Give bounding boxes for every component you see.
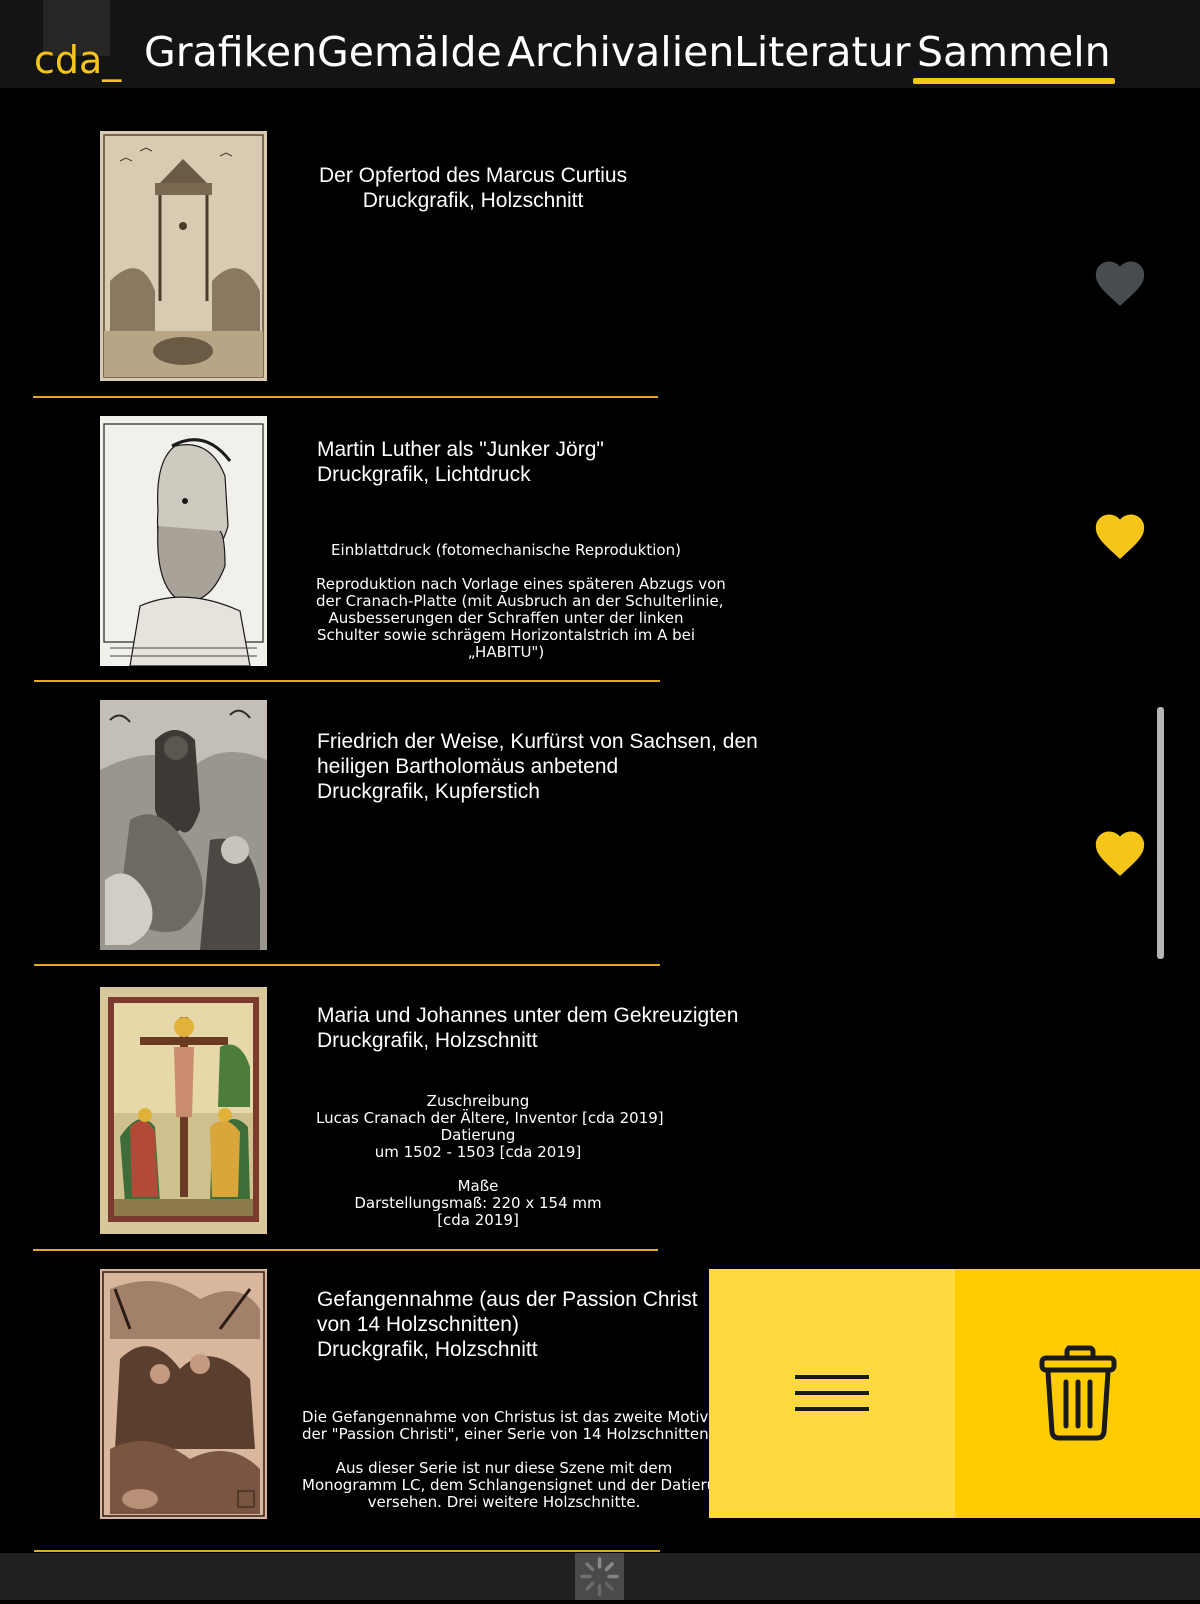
- nav-tab-sammeln[interactable]: Sammeln: [913, 28, 1115, 84]
- hamburger-menu-icon: [795, 1375, 869, 1411]
- nav-tab-grafiken[interactable]: Grafiken: [144, 28, 317, 76]
- artwork-thumbnail[interactable]: [100, 700, 267, 950]
- app-logo[interactable]: cda_: [34, 38, 121, 82]
- heart-icon[interactable]: [1091, 254, 1149, 312]
- artwork-thumbnail[interactable]: [100, 131, 267, 381]
- item-divider: [33, 1249, 658, 1251]
- menu-action-button[interactable]: [709, 1269, 955, 1518]
- item-title[interactable]: Gefangennahme (aus der Passion Christ vo…: [317, 1287, 698, 1362]
- item-divider: [33, 396, 658, 398]
- item-title[interactable]: Maria und Johannes unter dem Gekreuzigte…: [317, 1003, 738, 1053]
- artwork-thumbnail[interactable]: [100, 416, 267, 666]
- item-divider: [34, 964, 660, 966]
- heart-icon[interactable]: [1091, 824, 1149, 882]
- item-title[interactable]: Friedrich der Weise, Kurfürst von Sachse…: [317, 729, 758, 804]
- item-title[interactable]: Martin Luther als "Junker Jörg" Druckgra…: [317, 437, 604, 487]
- nav-tab-gemaelde[interactable]: Gemälde: [317, 28, 502, 76]
- heart-icon[interactable]: [1091, 507, 1149, 565]
- item-divider: [34, 1550, 660, 1552]
- artwork-thumbnail[interactable]: [100, 1269, 267, 1519]
- item-title[interactable]: Der Opfertod des Marcus Curtius Druckgra…: [319, 163, 627, 213]
- delete-action-button[interactable]: [955, 1269, 1200, 1518]
- item-divider: [34, 680, 660, 682]
- nav-tab-literatur[interactable]: Literatur: [734, 28, 910, 76]
- scrollbar-thumb[interactable]: [1157, 707, 1164, 959]
- item-description: Einblattdruck (fotomechanische Reprodukt…: [316, 541, 726, 661]
- trash-icon: [1039, 1345, 1117, 1441]
- artwork-thumbnail[interactable]: [100, 987, 267, 1234]
- item-description: Die Gefangennahme von Christus ist das z…: [302, 1408, 736, 1511]
- top-navigation-bar: cda_ Grafiken Gemälde Archivalien Litera…: [0, 0, 1200, 88]
- nav-tab-archivalien[interactable]: Archivalien: [507, 28, 734, 76]
- item-description: Zuschreibung Lucas Cranach der Ältere, I…: [316, 1092, 664, 1229]
- loading-spinner-icon: [575, 1553, 624, 1600]
